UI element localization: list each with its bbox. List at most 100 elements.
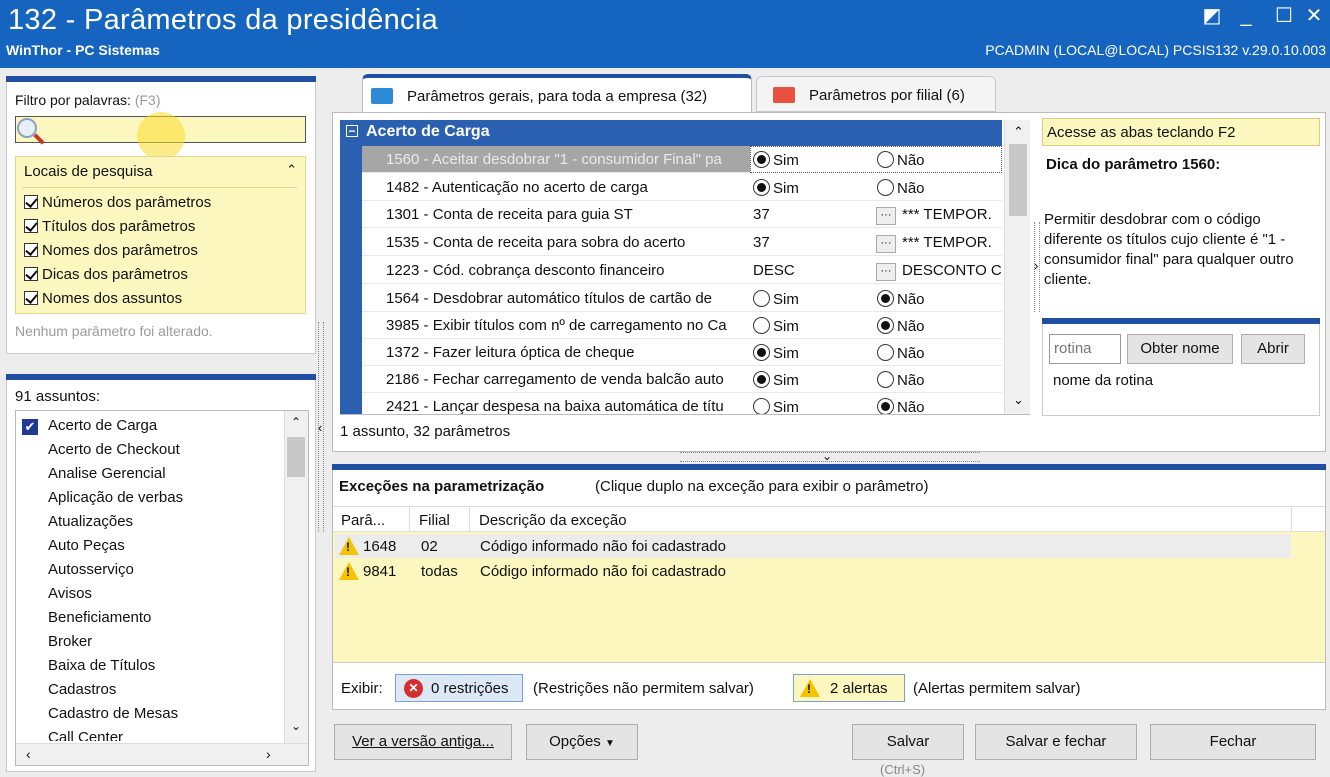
col-filial[interactable]: Filial: [419, 512, 450, 529]
radio-sim[interactable]: Sim: [753, 290, 799, 308]
param-row[interactable]: 1535 - Conta de receita para sobra do ac…: [362, 229, 1002, 256]
routine-input[interactable]: [1049, 334, 1121, 364]
subjects-hscrollbar[interactable]: ‹ ›: [16, 743, 308, 765]
routine-panel: Obter nome Abrir nome da rotina: [1042, 324, 1320, 416]
radio-nao[interactable]: Não: [877, 317, 925, 335]
collapse-left-icon[interactable]: ‹: [318, 420, 322, 435]
param-desc: *** TEMPOR.: [902, 234, 992, 251]
collapse-group-icon[interactable]: −: [346, 125, 358, 137]
lookup-button[interactable]: ···: [876, 263, 896, 281]
subject-item[interactable]: Analise Gerencial: [48, 465, 166, 482]
tip-body: Permitir desdobrar com o código diferent…: [1044, 211, 1294, 288]
maximize-button[interactable]: ☐: [1270, 4, 1298, 30]
param-row[interactable]: 1482 - Autenticação no acerto de carga S…: [362, 174, 1002, 201]
title-bar: 132 - Parâmetros da presidência WinThor …: [0, 0, 1330, 68]
subject-item[interactable]: Autosserviço: [48, 561, 134, 578]
exceptions-header: Parâ... Filial Descrição da exceção: [333, 506, 1325, 533]
scroll-up-icon[interactable]: ⌃: [291, 415, 301, 429]
col-desc[interactable]: Descrição da exceção: [479, 512, 627, 529]
subject-item[interactable]: Avisos: [48, 585, 92, 602]
option-tips[interactable]: Dicas dos parâmetros: [24, 266, 188, 283]
subject-item[interactable]: Aplicação de verbas: [48, 489, 183, 506]
group-side-bar: [340, 146, 362, 414]
scroll-down-icon[interactable]: ⌄: [1013, 392, 1024, 408]
expand-right-icon[interactable]: ›: [1034, 258, 1038, 273]
collapse-down-icon[interactable]: ⌄: [822, 449, 832, 463]
params-scrollbar[interactable]: ⌃ ⌄: [1004, 120, 1030, 414]
group-header[interactable]: − Acerto de Carga: [340, 120, 1002, 146]
subjects-list[interactable]: ✔ Acerto de Carga Acerto de Checkout Ana…: [15, 410, 309, 766]
dropdown-icon: ▼: [604, 738, 615, 749]
scroll-down-icon[interactable]: ⌄: [291, 719, 301, 733]
radio-sim[interactable]: Sim: [753, 179, 799, 197]
table-row[interactable]: 9841 todas Código informado não foi cada…: [335, 559, 1291, 583]
alerts-button[interactable]: 2 alertas: [793, 674, 905, 702]
radio-sim[interactable]: Sim: [753, 317, 799, 335]
close-button[interactable]: Fechar: [1150, 724, 1316, 760]
radio-nao[interactable]: Não: [877, 398, 925, 414]
tab-general[interactable]: Parâmetros gerais, para toda a empresa (…: [362, 74, 752, 114]
subject-item[interactable]: Acerto de Checkout: [48, 441, 180, 458]
param-row[interactable]: 3985 - Exibir títulos com nº de carregam…: [362, 312, 1002, 339]
old-version-button[interactable]: Ver a versão antiga...: [334, 724, 512, 760]
warning-icon: [339, 537, 359, 556]
subjects-scrollbar[interactable]: ⌃ ⌄: [284, 411, 308, 743]
param-row[interactable]: 1564 - Desdobrar automático títulos de c…: [362, 285, 1002, 312]
options-button[interactable]: Opções ▼: [526, 724, 638, 760]
param-row[interactable]: 2186 - Fechar carregamento de venda balc…: [362, 366, 1002, 393]
restore-icon[interactable]: ◩: [1198, 4, 1226, 30]
option-titles[interactable]: Títulos dos parâmetros: [24, 218, 195, 235]
table-row[interactable]: 1648 02 Código informado não foi cadastr…: [335, 534, 1291, 558]
radio-nao[interactable]: Não: [877, 290, 925, 308]
minimize-button[interactable]: _: [1232, 4, 1260, 30]
subject-item[interactable]: Auto Peças: [48, 537, 125, 554]
param-value[interactable]: DESC: [753, 262, 795, 279]
close-window-button[interactable]: ✕: [1300, 4, 1328, 30]
subject-item[interactable]: Cadastros: [48, 681, 116, 698]
param-value[interactable]: 37: [753, 206, 770, 223]
alerts-note: (Alertas permitem salvar): [913, 680, 1081, 697]
subject-item[interactable]: Atualizações: [48, 513, 133, 530]
tip-title: Dica do parâmetro 1560:: [1046, 156, 1221, 173]
collapse-icon[interactable]: ⌃: [286, 162, 297, 178]
param-row[interactable]: 1372 - Fazer leitura óptica de cheque Si…: [362, 339, 1002, 366]
col-param[interactable]: Parâ...: [341, 512, 385, 529]
param-row[interactable]: 1301 - Conta de receita para guia ST 37 …: [362, 201, 1002, 228]
warning-icon: [339, 562, 359, 581]
option-numbers[interactable]: Números dos parâmetros: [24, 194, 211, 211]
subject-item[interactable]: Baixa de Títulos: [48, 657, 155, 674]
radio-nao[interactable]: Não: [877, 151, 925, 169]
option-names[interactable]: Nomes dos parâmetros: [24, 242, 198, 259]
subject-item[interactable]: Cadastro de Mesas: [48, 705, 178, 722]
subject-item[interactable]: Beneficiamento: [48, 609, 151, 626]
radio-sim[interactable]: Sim: [753, 151, 799, 169]
get-name-button[interactable]: Obter nome: [1127, 334, 1233, 364]
param-row[interactable]: 2421 - Lançar despesa na baixa automátic…: [362, 393, 1002, 414]
restrictions-button[interactable]: ✕ 0 restrições: [395, 674, 523, 702]
radio-sim[interactable]: Sim: [753, 371, 799, 389]
radio-sim[interactable]: Sim: [753, 344, 799, 362]
subject-item[interactable]: Call Center: [48, 729, 123, 741]
routine-name-text: nome da rotina: [1053, 372, 1154, 389]
lookup-button[interactable]: ···: [876, 207, 896, 225]
radio-nao[interactable]: Não: [877, 179, 925, 197]
save-button[interactable]: Salvar: [852, 724, 964, 760]
scroll-right-icon[interactable]: ›: [266, 746, 271, 762]
param-value[interactable]: 37: [753, 234, 770, 251]
param-row[interactable]: 1223 - Cód. cobrança desconto financeiro…: [362, 257, 1002, 284]
exceptions-panel: Exceções na parametrização (Clique duplo…: [332, 470, 1326, 710]
subject-item[interactable]: Broker: [48, 633, 92, 650]
save-close-button[interactable]: Salvar e fechar: [975, 724, 1137, 760]
tab-branch[interactable]: Parâmetros por filial (6): [756, 76, 996, 112]
option-subjects[interactable]: Nomes dos assuntos: [24, 290, 182, 307]
lookup-button[interactable]: ···: [876, 235, 896, 253]
open-button[interactable]: Abrir: [1241, 334, 1305, 364]
subject-item[interactable]: Acerto de Carga: [48, 417, 157, 434]
scroll-left-icon[interactable]: ‹: [26, 746, 31, 762]
folder-blue-icon: [371, 88, 393, 104]
scroll-up-icon[interactable]: ⌃: [1013, 124, 1024, 140]
radio-nao[interactable]: Não: [877, 344, 925, 362]
radio-sim[interactable]: Sim: [753, 398, 799, 414]
no-change-text: Nenhum parâmetro foi alterado.: [15, 323, 213, 339]
radio-nao[interactable]: Não: [877, 371, 925, 389]
